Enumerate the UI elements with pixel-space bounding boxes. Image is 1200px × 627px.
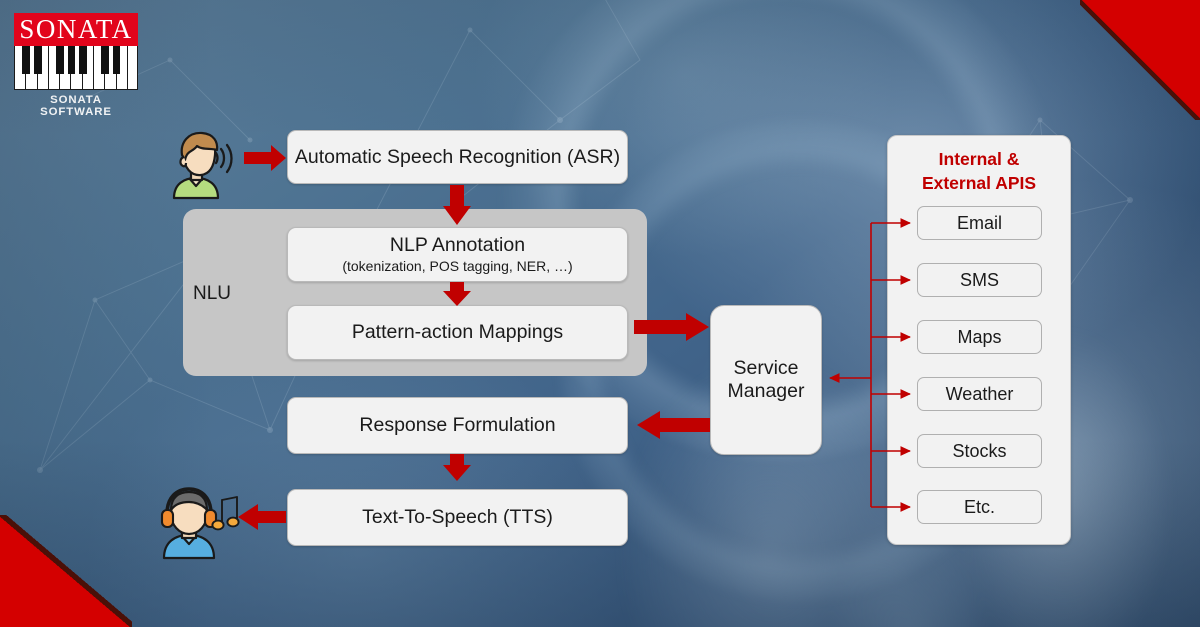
api-item-etc[interactable]: Etc. [917, 490, 1042, 524]
sound-wave-icon [214, 143, 233, 174]
node-pattern-action-mappings[interactable]: Pattern-action Mappings [287, 305, 628, 360]
slide-canvas: SONATA SONATA SOFTWARE NLU Automatic Spe… [0, 0, 1200, 627]
api-panel-title-line1: Internal & [938, 149, 1020, 169]
headphones-person-icon [160, 487, 240, 560]
api-item-weather[interactable]: Weather [917, 377, 1042, 411]
node-nlp-annotation-sublabel: (tokenization, POS tagging, NER, …) [342, 258, 573, 275]
api-item-sms[interactable]: SMS [917, 263, 1042, 297]
api-item-stocks-label: Stocks [952, 440, 1007, 461]
node-response-formulation[interactable]: Response Formulation [287, 397, 628, 454]
logo-wordmark: SONATA [14, 13, 138, 47]
node-nlp-annotation-label: NLP Annotation [389, 234, 526, 257]
speaking-person-icon [172, 131, 233, 200]
api-item-email-label: Email [956, 212, 1002, 233]
node-response-formulation-label: Response Formulation [359, 414, 556, 436]
node-service-manager-line1: Service [733, 357, 799, 379]
node-text-to-speech[interactable]: Text-To-Speech (TTS) [287, 489, 628, 546]
logo-subtitle: SONATA SOFTWARE [40, 94, 112, 119]
node-asr-label: Automatic Speech Recognition (ASR) [294, 145, 621, 168]
api-item-sms-label: SMS [959, 269, 999, 290]
node-text-to-speech-label: Text-To-Speech (TTS) [362, 506, 553, 528]
piano-keys-icon [14, 46, 138, 91]
api-item-weather-label: Weather [945, 383, 1014, 404]
api-item-stocks[interactable]: Stocks [917, 434, 1042, 468]
node-service-manager-line2: Manager [727, 380, 805, 402]
api-panel-title: Internal & External APIS [888, 148, 1070, 195]
node-asr[interactable]: Automatic Speech Recognition (ASR) [287, 130, 628, 184]
api-panel-title-line2: External APIS [921, 172, 1037, 193]
node-service-manager[interactable]: Service Manager [710, 305, 822, 455]
api-item-maps[interactable]: Maps [917, 320, 1042, 354]
api-item-maps-label: Maps [957, 326, 1002, 347]
api-item-email[interactable]: Email [917, 206, 1042, 240]
nlu-group-label: NLU [193, 283, 232, 304]
corner-accent-bottom-left [0, 515, 132, 627]
corner-accent-top-right [1080, 0, 1200, 120]
node-pattern-action-mappings-label: Pattern-action Mappings [351, 321, 564, 343]
api-item-etc-label: Etc. [963, 496, 995, 517]
sonata-logo: SONATA SONATA SOFTWARE [14, 13, 138, 118]
node-nlp-annotation[interactable]: NLP Annotation (tokenization, POS taggin… [287, 227, 628, 282]
